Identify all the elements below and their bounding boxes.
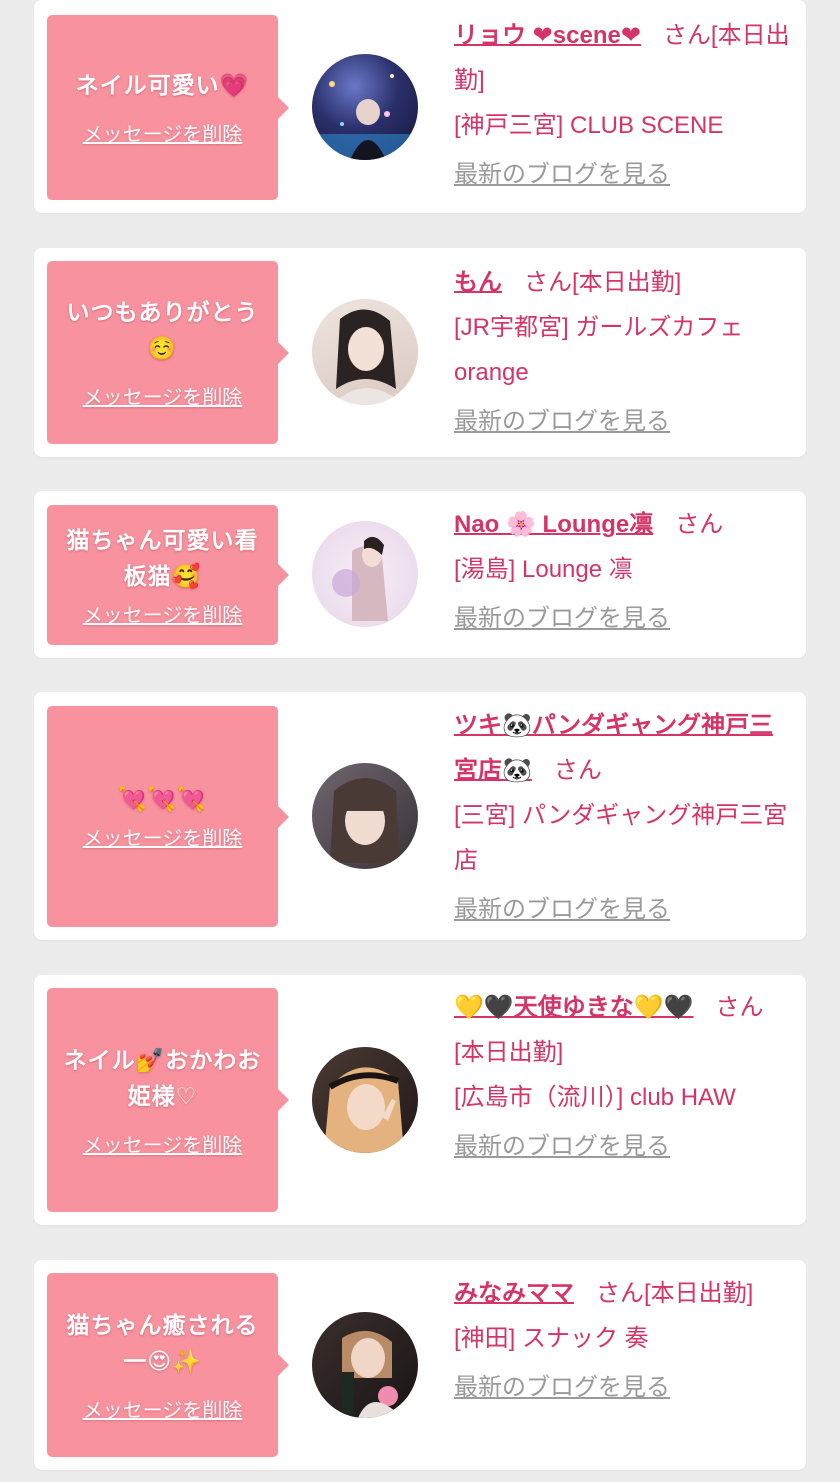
avatar[interactable] xyxy=(312,299,418,405)
latest-blog-link[interactable]: 最新のブログを見る xyxy=(454,152,792,197)
avatar[interactable] xyxy=(312,1312,418,1418)
message-card: 💘💘💘 メッセージを削除 ツキ🐼パンダギャング神戸三宮店🐼 さん [三宮] パンダ… xyxy=(34,692,806,940)
message-bubble: 💘💘💘 メッセージを削除 xyxy=(47,706,289,927)
cast-info: もん さん[本日出勤] [JR宇都宮] ガールズカフェorange 最新のブログを… xyxy=(454,260,792,444)
cast-name-link[interactable]: リョウ ❤scene❤ xyxy=(454,22,641,49)
cast-status: さん[本日出勤] xyxy=(524,269,682,296)
delete-message-link[interactable]: メッセージを削除 xyxy=(83,1129,243,1158)
message-card: 猫ちゃん癒される一😍✨ メッセージを削除 みなみママ さん[本日出勤] [神田] … xyxy=(34,1260,806,1470)
avatar[interactable] xyxy=(312,521,418,627)
delete-message-link[interactable]: メッセージを削除 xyxy=(83,1394,243,1423)
shop-label: [JR宇都宮] ガールズカフェorange xyxy=(454,314,744,386)
message-text: ネイル💅おかわお姫様♡ xyxy=(63,1047,262,1110)
shop-label: [神戸三宮] CLUB SCENE xyxy=(454,112,724,139)
shop-label: [湯島] Lounge 凛 xyxy=(454,556,633,583)
message-card: ネイル💅おかわお姫様♡ メッセージを削除 💛🖤天使ゆきな💛🖤 さん[本日出勤] [… xyxy=(34,975,806,1225)
cast-status: さん xyxy=(553,757,602,784)
cast-info: ツキ🐼パンダギャング神戸三宮店🐼 さん [三宮] パンダギャング神戸三宮店 最新の… xyxy=(454,703,792,932)
message-text: いつもありがとう☺️ xyxy=(66,300,259,362)
shop-label: [広島市（流川）] club HAW xyxy=(454,1084,736,1111)
cast-info: Nao 🌸 Lounge凛 さん [湯島] Lounge 凛 最新のブログを見る xyxy=(454,502,792,641)
message-bubble: いつもありがとう☺️ メッセージを削除 xyxy=(47,261,289,444)
message-card: ネイル可愛い💗 メッセージを削除 リョウ ❤scene❤ さん[本日出勤] [神戸… xyxy=(34,0,806,213)
message-text: 💘💘💘 xyxy=(118,787,207,813)
message-bubble: ネイル💅おかわお姫様♡ メッセージを削除 xyxy=(47,988,289,1212)
cast-status: さん[本日出勤] xyxy=(596,1280,754,1307)
cast-name-link[interactable]: 💛🖤天使ゆきな💛🖤 xyxy=(454,994,694,1021)
avatar-photo xyxy=(332,536,388,621)
message-bubble: ネイル可愛い💗 メッセージを削除 xyxy=(47,15,289,200)
cast-name-link[interactable]: もん xyxy=(454,269,502,296)
message-bubble: 猫ちゃん可愛い看板猫🥰 メッセージを削除 xyxy=(47,505,289,645)
message-text: 猫ちゃん癒される一😍✨ xyxy=(66,1312,259,1375)
cast-name-link[interactable]: みなみママ xyxy=(454,1280,574,1307)
cast-info: 💛🖤天使ゆきな💛🖤 さん[本日出勤] [広島市（流川）] club HAW 最新の… xyxy=(454,985,792,1169)
shop-label: [神田] スナック 奏 xyxy=(454,1325,649,1352)
message-bubble: 猫ちゃん癒される一😍✨ メッセージを削除 xyxy=(47,1273,289,1457)
delete-message-link[interactable]: メッセージを削除 xyxy=(83,118,243,147)
cast-name-link[interactable]: ツキ🐼パンダギャング神戸三宮店🐼 xyxy=(454,712,773,784)
shop-label: [三宮] パンダギャング神戸三宮店 xyxy=(454,802,788,874)
avatar[interactable] xyxy=(312,1047,418,1153)
cast-info: リョウ ❤scene❤ さん[本日出勤] [神戸三宮] CLUB SCENE 最新… xyxy=(454,13,792,197)
cast-status: さん xyxy=(675,511,724,538)
avatar-photo xyxy=(330,778,400,863)
message-text: ネイル可愛い💗 xyxy=(75,73,250,99)
avatar[interactable] xyxy=(312,763,418,869)
avatar-photo xyxy=(332,309,404,405)
cast-info: みなみママ さん[本日出勤] [神田] スナック 奏 最新のブログを見る xyxy=(454,1271,792,1410)
message-text: 猫ちゃん可愛い看板猫🥰 xyxy=(66,527,259,590)
delete-message-link[interactable]: メッセージを削除 xyxy=(83,381,243,410)
avatar-photo xyxy=(312,74,418,160)
avatar-photo xyxy=(342,1330,402,1418)
latest-blog-link[interactable]: 最新のブログを見る xyxy=(454,1124,792,1169)
latest-blog-link[interactable]: 最新のブログを見る xyxy=(454,596,792,641)
cast-name-link[interactable]: Nao 🌸 Lounge凛 xyxy=(454,511,653,538)
avatar-photo xyxy=(324,1067,404,1153)
message-card: 猫ちゃん可愛い看板猫🥰 メッセージを削除 Nao 🌸 Lounge凛 さん [湯島… xyxy=(34,491,806,658)
delete-message-link[interactable]: メッセージを削除 xyxy=(83,599,243,628)
latest-blog-link[interactable]: 最新のブログを見る xyxy=(454,1365,792,1410)
latest-blog-link[interactable]: 最新のブログを見る xyxy=(454,887,792,932)
delete-message-link[interactable]: メッセージを削除 xyxy=(83,822,243,851)
avatar[interactable] xyxy=(312,54,418,160)
latest-blog-link[interactable]: 最新のブログを見る xyxy=(454,399,792,444)
message-card: いつもありがとう☺️ メッセージを削除 もん さん[本日出勤] [JR宇都宮] ガ… xyxy=(34,248,806,457)
